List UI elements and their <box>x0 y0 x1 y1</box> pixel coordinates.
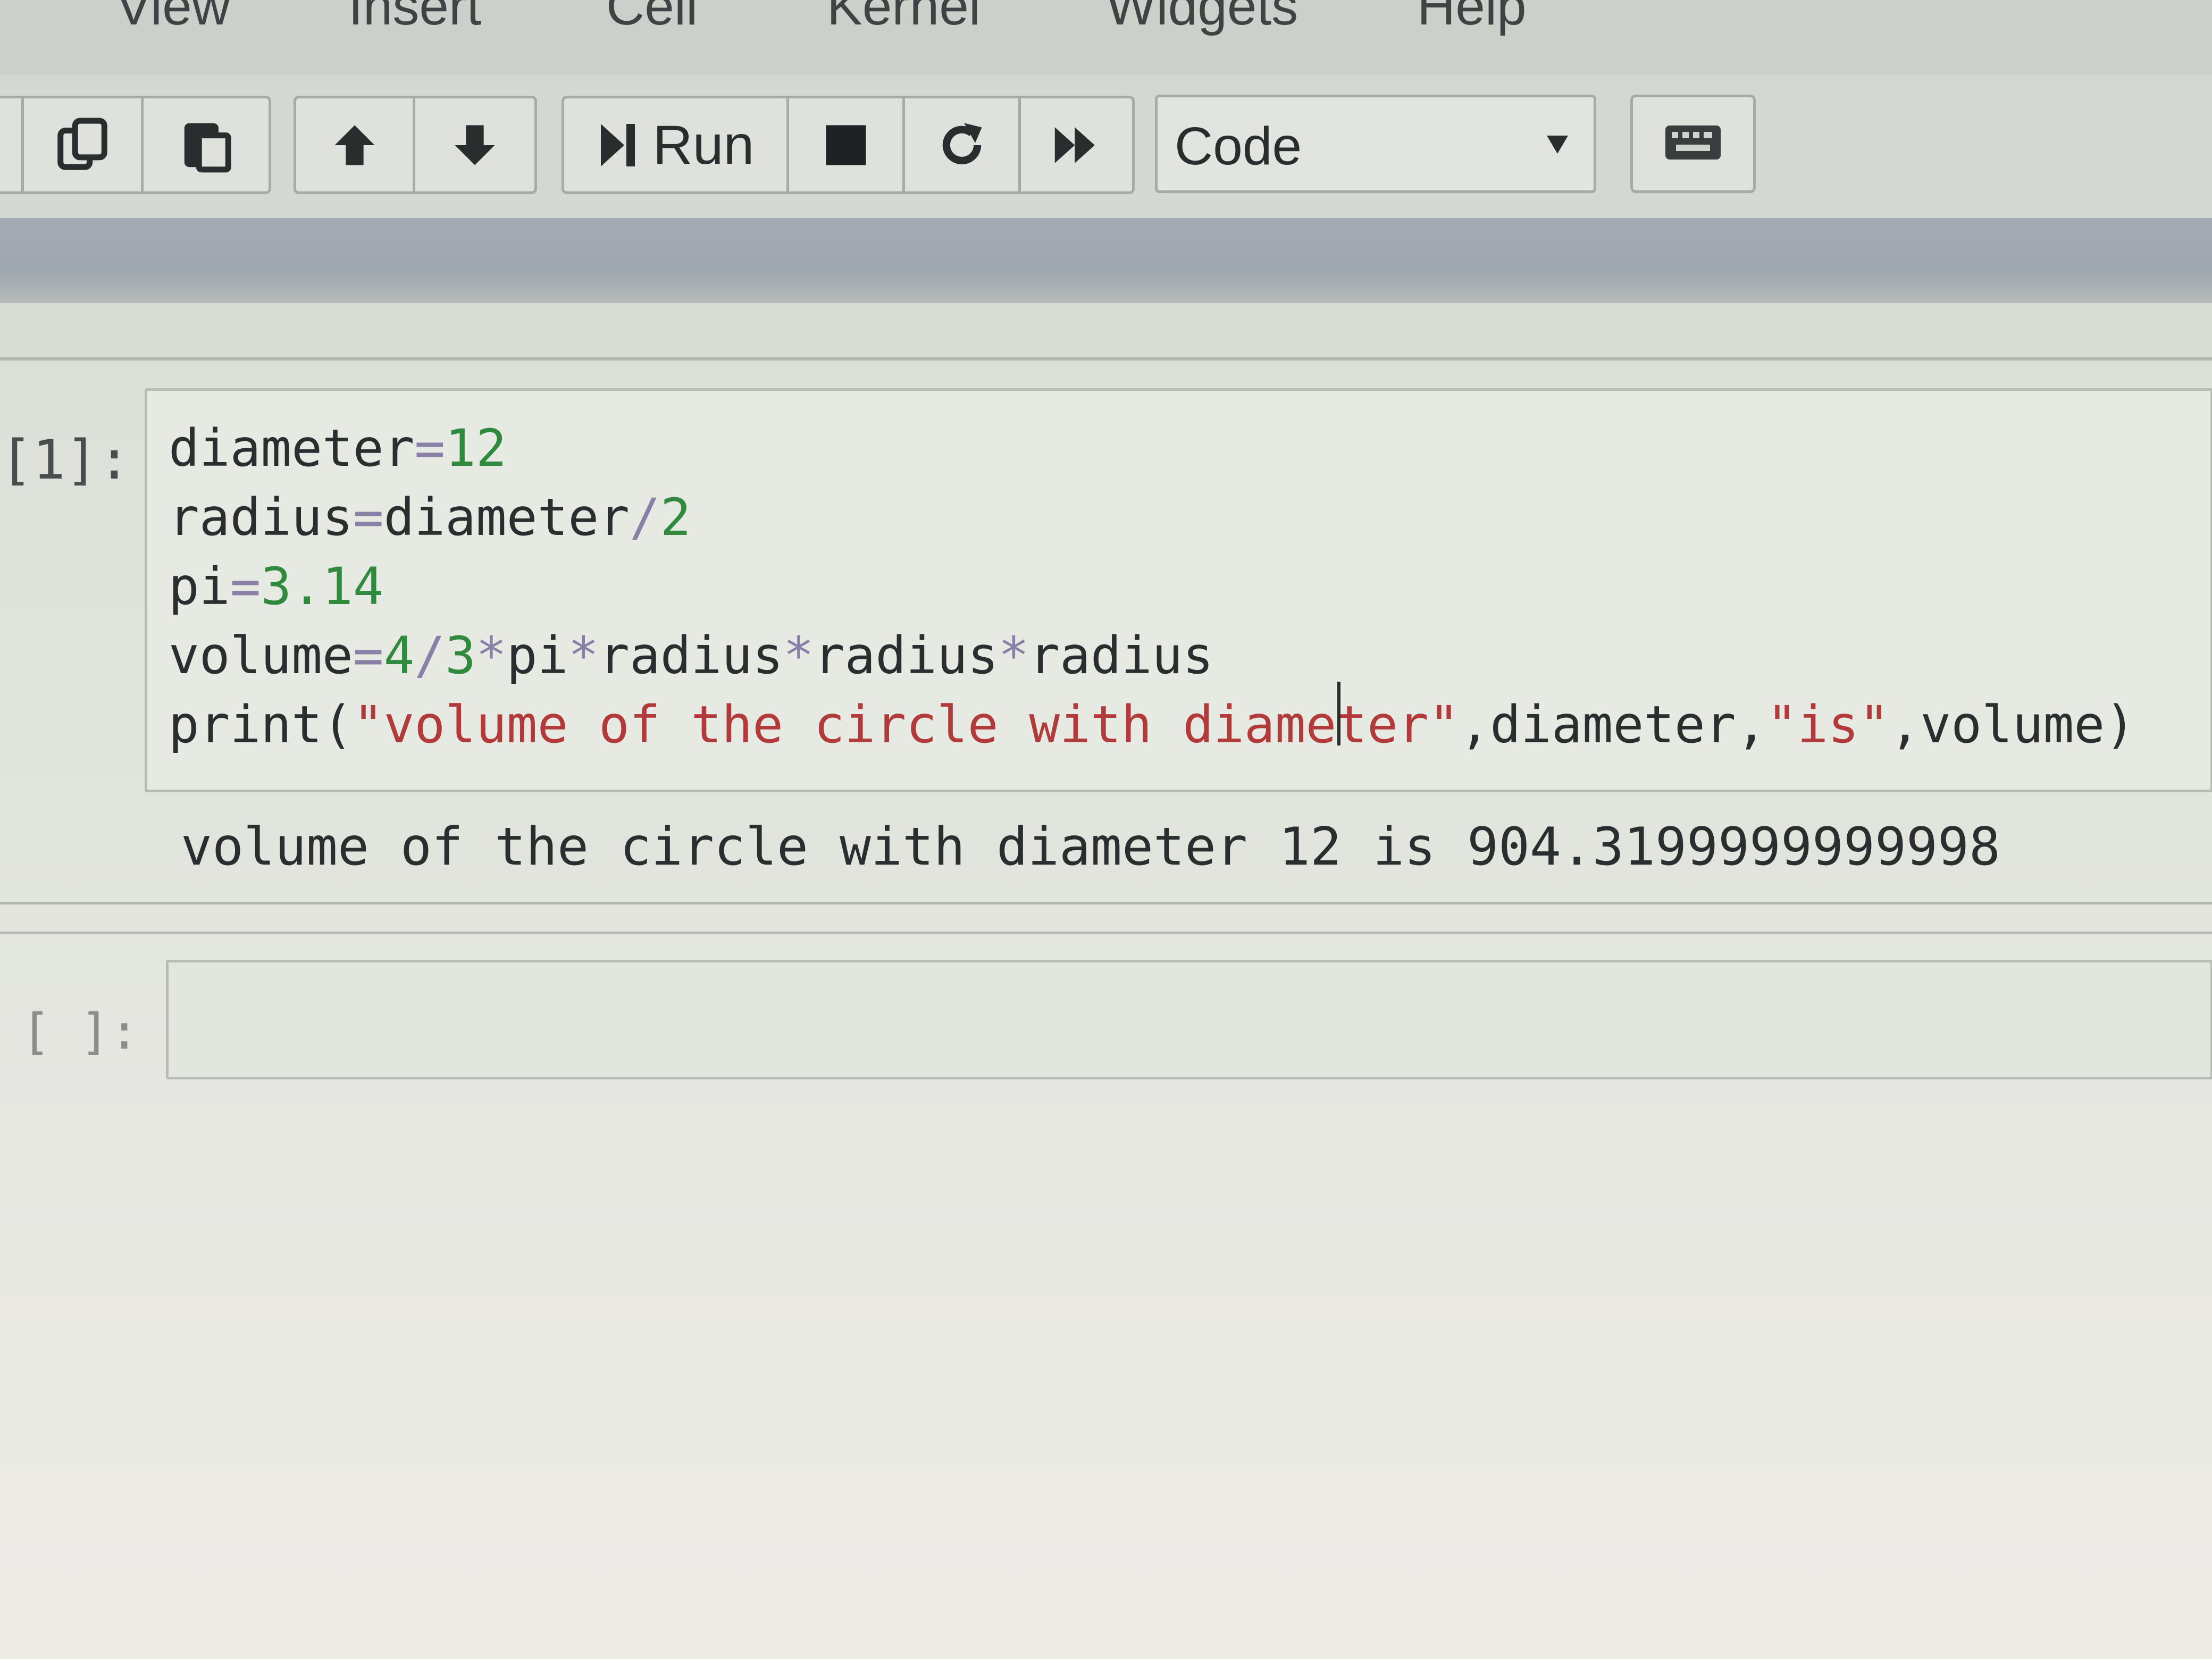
code-token-op: = <box>353 626 384 685</box>
code-token: diameter <box>169 418 415 478</box>
code-token-num: 12 <box>445 418 507 478</box>
code-token: ,diameter, <box>1459 695 1767 755</box>
code-token-num: 4 <box>383 626 415 685</box>
menu-insert[interactable]: Insert <box>348 0 481 38</box>
clipboard-button-group <box>0 96 271 194</box>
input-prompt: [ ]: <box>21 1003 139 1060</box>
move-button-group <box>294 96 537 194</box>
code-token-num: 3 <box>445 626 476 685</box>
divider <box>0 357 2212 361</box>
restart-icon <box>935 119 988 172</box>
code-token: radius <box>599 626 783 685</box>
code-token-op: = <box>414 418 446 478</box>
code-token-op: / <box>414 626 446 685</box>
cell-output: volume of the circle with diameter 12 is… <box>181 817 2001 877</box>
cell-type-select[interactable]: Code <box>1155 95 1596 193</box>
keyboard-icon <box>1663 121 1723 166</box>
cut-button-edge[interactable] <box>0 98 24 191</box>
run-all-button[interactable] <box>1021 98 1132 191</box>
code-token: radius <box>169 488 353 547</box>
code-token-op: = <box>353 488 384 547</box>
divider <box>0 932 2212 934</box>
code-token: radius <box>814 626 999 685</box>
code-token-num: 3.14 <box>261 557 384 616</box>
code-input-area[interactable]: diameter=12 radius=diameter/2 pi=3.14 volum… <box>145 388 2212 792</box>
command-palette-button[interactable] <box>1630 95 1756 193</box>
code-token-num: 2 <box>660 488 691 547</box>
code-token: print( <box>169 695 353 755</box>
stop-icon <box>822 121 870 169</box>
code-line: radius=diameter/2 <box>169 492 691 543</box>
code-line: print("volume of the circle with diamete… <box>169 699 2135 750</box>
code-token-op: / <box>629 488 660 547</box>
step-forward-icon <box>597 120 639 171</box>
code-token-op: * <box>783 626 814 685</box>
move-down-button[interactable] <box>415 98 534 191</box>
paste-button[interactable] <box>144 98 269 191</box>
copy-icon <box>53 116 112 174</box>
input-prompt: [1]: <box>0 429 131 492</box>
code-token-op: = <box>230 557 261 616</box>
code-token-str: "volume of the circle with diameter" <box>353 695 1460 755</box>
caret-down-icon <box>1545 132 1570 158</box>
notebook-header-band <box>0 218 2212 303</box>
notebook-top-gap <box>0 303 2212 362</box>
menu-help[interactable]: Help <box>1417 0 1527 38</box>
copy-button[interactable] <box>24 98 144 191</box>
run-button[interactable]: Run <box>564 98 789 191</box>
menu-cell[interactable]: Cell <box>606 0 698 38</box>
menu-bar: View Insert Cell Kernel Widgets Help <box>0 0 2212 74</box>
arrow-up-icon <box>328 119 381 172</box>
code-line: volume=4/3*pi*radius*radius*radius <box>169 630 1213 681</box>
fast-forward-icon <box>1050 121 1103 169</box>
text-cursor <box>1337 682 1340 745</box>
interrupt-button[interactable] <box>789 98 905 191</box>
menu-view[interactable]: View <box>116 0 230 38</box>
code-token: pi <box>506 626 568 685</box>
paste-icon <box>177 116 236 174</box>
code-line: pi=3.14 <box>169 561 384 612</box>
code-token: diameter <box>383 488 630 547</box>
cell-type-value: Code <box>1175 116 1302 176</box>
code-token-str: "is" <box>1766 695 1890 755</box>
code-token: volume <box>169 626 353 685</box>
menu-kernel[interactable]: Kernel <box>827 0 981 38</box>
execution-button-group: Run <box>562 96 1135 194</box>
code-token: ,volume) <box>1889 695 2135 755</box>
code-token-op: * <box>475 626 507 685</box>
move-up-button[interactable] <box>296 98 416 191</box>
run-button-label: Run <box>652 114 755 176</box>
menu-widgets[interactable]: Widgets <box>1106 0 1298 38</box>
divider <box>0 902 2212 904</box>
code-line: diameter=12 <box>169 423 507 474</box>
code-token: radius <box>1029 626 1214 685</box>
code-token-op: * <box>998 626 1029 685</box>
code-token-op: * <box>568 626 599 685</box>
code-input-area-empty[interactable] <box>166 960 2212 1079</box>
restart-kernel-button[interactable] <box>905 98 1021 191</box>
code-token: pi <box>169 557 230 616</box>
arrow-down-icon <box>448 119 501 172</box>
